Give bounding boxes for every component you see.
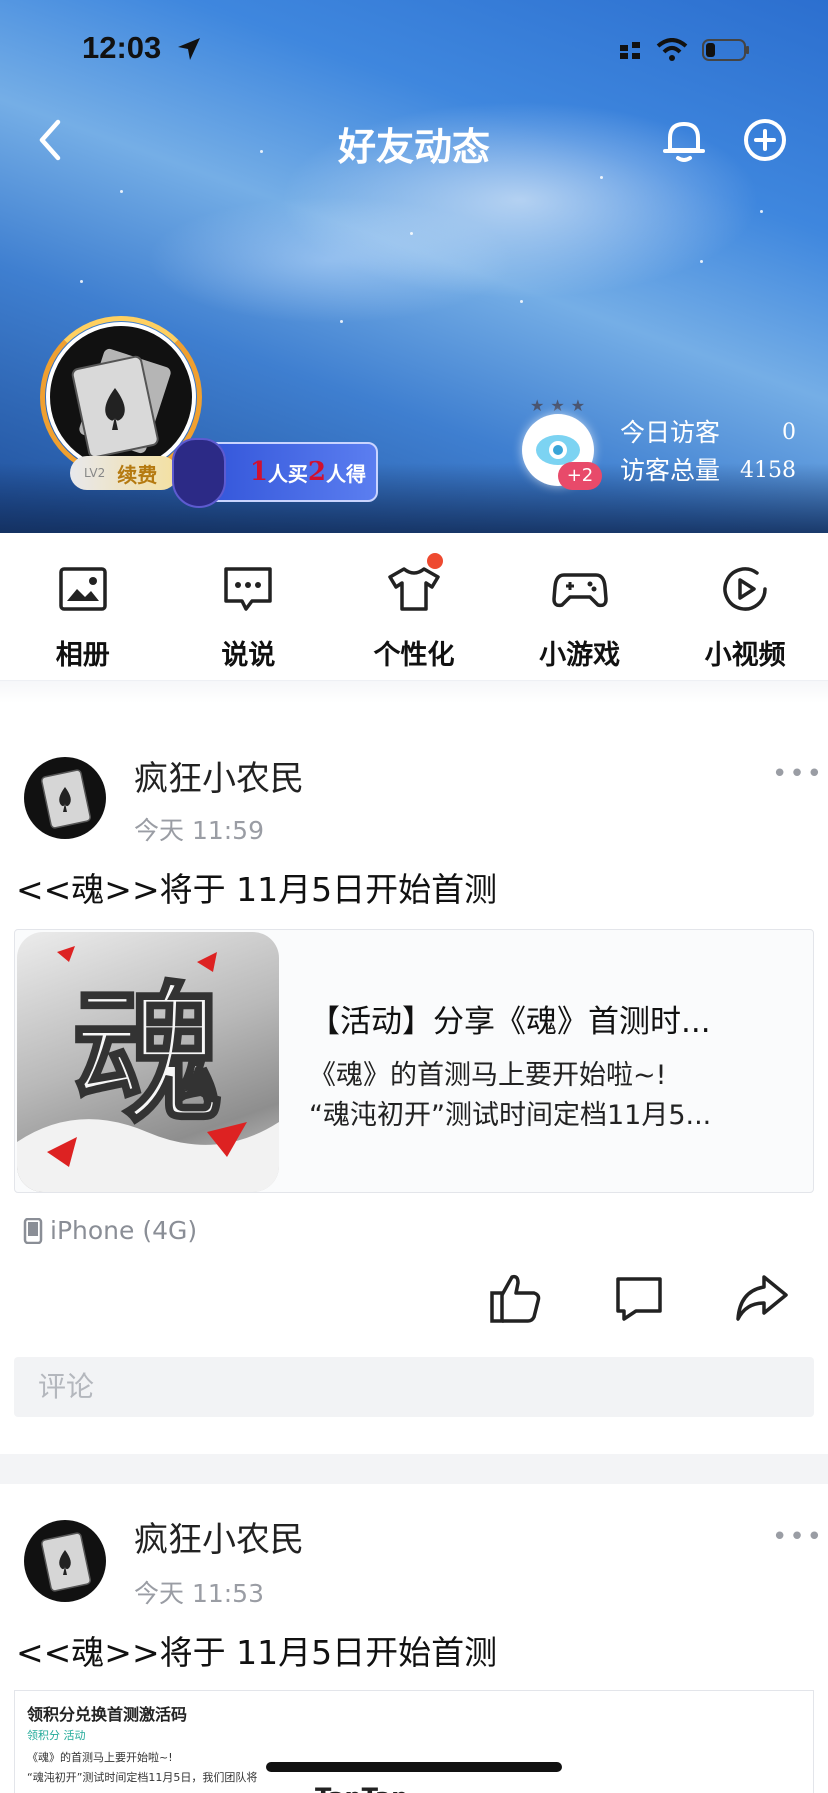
post-avatar[interactable] — [24, 1520, 106, 1602]
phone-icon — [23, 1217, 43, 1244]
profile-banner: 12:03 好友动态 LV2 续费 1 人买 2 人得 ★★★ +2 今日访客 … — [0, 0, 828, 533]
device-label: iPhone (4G) — [50, 1216, 198, 1245]
chat-bubble-icon — [224, 567, 273, 611]
post-actions — [0, 1271, 828, 1331]
gamepad-icon — [551, 573, 608, 608]
more-options-icon[interactable]: ••• — [772, 1522, 824, 1552]
feature-album[interactable]: 相册 — [0, 533, 166, 680]
share-icon[interactable] — [734, 1271, 788, 1325]
visitor-stats[interactable]: 今日访客 0 访客总量 4158 — [620, 414, 796, 490]
tshirt-icon — [388, 567, 440, 611]
playing-card-icon — [71, 348, 171, 459]
post-avatar[interactable] — [24, 757, 106, 839]
promo-first-number: 1 — [249, 457, 268, 487]
post-author[interactable]: 疯狂小农民 — [134, 1512, 304, 1561]
screenshot-title: 领积分兑换首测激活码 — [27, 1705, 188, 1724]
location-arrow-icon — [178, 38, 200, 60]
screenshot-line: 《魂》的首测马上要开始啦~! — [27, 1751, 173, 1764]
visitors-today-value: 0 — [782, 420, 796, 445]
feature-moments[interactable]: 说说 — [166, 533, 332, 680]
post-text: <<魂>>将于 11月5日开始首测 — [16, 870, 498, 909]
battery-icon — [702, 39, 749, 61]
feature-label: 相册 — [55, 640, 110, 671]
status-time: 12:03 — [82, 30, 162, 65]
visitors-total-value: 4158 — [740, 458, 796, 483]
promo-second-number: 2 — [307, 457, 326, 487]
visitors-today-label: 今日访客 — [620, 418, 721, 447]
screenshot-tags: 领积分 活动 — [27, 1729, 86, 1742]
feature-short-videos[interactable]: 小视频 — [662, 533, 828, 680]
profile-avatar[interactable] — [46, 322, 196, 472]
comment-icon[interactable] — [612, 1271, 666, 1325]
post-text: <<魂>>将于 11月5日开始首测 — [16, 1633, 498, 1672]
post-divider — [0, 1454, 828, 1484]
feed-post: 疯狂小农民 今天 11:53 ••• <<魂>>将于 11月5日开始首测 领积分… — [0, 1484, 828, 1793]
status-bar: 12:03 — [0, 0, 828, 100]
play-circle-icon — [723, 567, 767, 611]
post-time: 今天 11:59 — [134, 816, 264, 845]
visitors-total-label: 访客总量 — [620, 456, 721, 485]
device-info: iPhone (4G) — [22, 1216, 197, 1245]
playing-card-icon — [41, 769, 91, 829]
bell-icon[interactable] — [660, 114, 708, 166]
visitor-stars-icon: ★★★ — [530, 396, 592, 415]
signal-icon — [620, 42, 640, 59]
feature-label: 说说 — [221, 640, 276, 671]
card-desc-line: 《魂》的首测马上要开始啦~! — [309, 1060, 667, 1091]
playing-card-icon — [41, 1532, 91, 1592]
level-label: LV2 — [84, 466, 106, 480]
add-circle-icon[interactable] — [740, 114, 790, 166]
feature-label: 小游戏 — [539, 640, 621, 671]
shared-screenshot-card[interactable]: 领积分兑换首测激活码 领积分 活动 《魂》的首测马上要开始啦~! “魂沌初开”测… — [14, 1690, 814, 1793]
screenshot-line: “魂沌初开”测试时间定档11月5日，我们团队将 — [27, 1771, 258, 1784]
feature-personalize[interactable]: 个性化 — [331, 533, 497, 680]
feature-label: 个性化 — [373, 640, 455, 671]
shared-link-card[interactable]: 魂 【活动】分享《魂》首测时... 《魂》的首测马上要开始啦~! “魂沌初开”测… — [14, 929, 814, 1193]
like-thumb-icon[interactable] — [488, 1271, 542, 1325]
promo-mascot-icon — [172, 438, 226, 508]
post-author[interactable]: 疯狂小农民 — [134, 751, 304, 800]
feature-shortcuts: 相册 说说 个性化 小游戏 小视频 — [0, 533, 828, 681]
feature-mini-games[interactable]: 小游戏 — [497, 533, 663, 680]
promo-mid-text-1: 人买 — [267, 461, 308, 486]
post-time: 今天 11:53 — [134, 1579, 264, 1608]
card-desc-line: “魂沌初开”测试时间定档11月5... — [309, 1100, 712, 1131]
section-gap — [0, 681, 828, 703]
comment-input[interactable]: 评论 — [14, 1357, 814, 1417]
photo-icon — [59, 567, 107, 611]
more-options-icon[interactable]: ••• — [772, 759, 824, 789]
wifi-icon — [656, 38, 688, 61]
visitor-plus-badge: +2 — [558, 462, 602, 490]
feature-label: 小视频 — [704, 640, 786, 671]
game-logo-image: 魂 — [17, 946, 279, 1192]
game-thumbnail: 魂 — [17, 932, 279, 1192]
home-indicator[interactable] — [266, 1762, 562, 1772]
card-description: 《魂》的首测马上要开始啦~! “魂沌初开”测试时间定档11月5... — [309, 1056, 779, 1136]
svg-text:魂: 魂 — [73, 967, 223, 1143]
feed-post: 疯狂小农民 今天 11:59 ••• <<魂>>将于 11月5日开始首测 魂 【… — [0, 703, 828, 1423]
level-badge[interactable]: LV2 续费 — [70, 456, 178, 490]
renew-label: 续费 — [117, 462, 158, 487]
promo-mid-text-2: 人得 — [326, 461, 366, 486]
card-title: 【活动】分享《魂》首测时... — [309, 1004, 711, 1040]
screenshot-brand: TapTap — [315, 1783, 408, 1793]
